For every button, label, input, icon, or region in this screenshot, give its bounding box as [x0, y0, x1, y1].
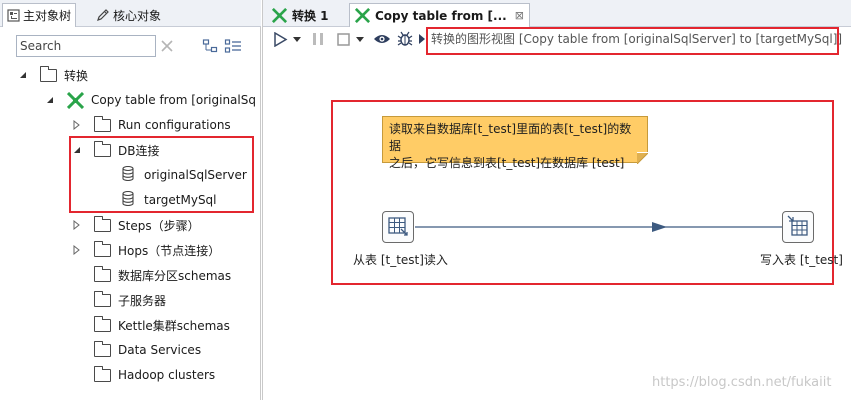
transformation-canvas[interactable]: 读取来自数据库[t_test]里面的表[t_test]的数据 之后，它写信息到表… — [263, 52, 851, 400]
hop-arrow[interactable] — [263, 52, 851, 400]
tree-item-copy-table[interactable]: Copy table from [originalSq — [45, 90, 256, 110]
debug-bug-icon[interactable] — [396, 30, 414, 48]
tab-main-object-tree-label: 主对象树 — [23, 9, 72, 23]
tree-item-transformations[interactable]: 转换 — [18, 65, 88, 85]
clear-search-icon[interactable] — [159, 38, 175, 57]
collapsed-triangle-icon[interactable] — [72, 245, 82, 255]
collapsed-triangle-icon[interactable] — [72, 220, 82, 230]
tree-label: Steps（步骤） — [118, 218, 200, 233]
dropdown-icon[interactable] — [292, 30, 302, 48]
folder-icon — [93, 365, 111, 382]
folder-icon — [93, 290, 111, 307]
expanded-triangle-icon[interactable] — [45, 95, 55, 105]
collapse-tree-icon[interactable] — [224, 38, 242, 57]
editor-area: 转换 1 Copy table from [... ⊠ 转换的图形视图 [Cop… — [262, 0, 851, 400]
tab-copy-table[interactable]: Copy table from [... ⊠ — [349, 3, 530, 27]
tree-label: Hops（节点连接） — [118, 243, 221, 258]
left-panel: 主对象树 核心对象 转换 — [0, 0, 261, 400]
table-output-label: 写入表 [t_test] — [760, 253, 843, 267]
table-input-step[interactable] — [382, 211, 414, 243]
tab-transformation-1[interactable]: 转换 1 — [267, 3, 334, 27]
tree-item-hadoop-clusters[interactable]: Hadoop clusters — [93, 365, 216, 385]
tree-item-run-configurations[interactable]: Run configurations — [72, 115, 231, 135]
folder-icon — [93, 115, 111, 132]
table-output-icon — [787, 215, 809, 240]
transformation-icon — [272, 7, 287, 23]
tab-label: 转换 1 — [292, 8, 329, 23]
expanded-triangle-icon[interactable] — [18, 70, 28, 80]
pause-icon[interactable] — [311, 30, 325, 48]
object-tree-icon — [7, 9, 20, 22]
dropdown-icon[interactable] — [355, 30, 365, 48]
search-row — [16, 35, 256, 57]
pencil-icon — [96, 8, 110, 22]
transformation-icon — [67, 91, 84, 109]
preview-eye-icon[interactable] — [373, 30, 391, 48]
watermark: https://blog.csdn.net/fukaiit — [652, 375, 832, 390]
run-icon[interactable] — [272, 30, 288, 48]
tree-item-steps[interactable]: Steps（步骤） — [72, 215, 200, 235]
folder-icon — [39, 65, 57, 82]
tab-core-objects-label: 核心对象 — [113, 8, 162, 23]
table-input-icon — [387, 215, 409, 240]
tab-label: Copy table from [... — [375, 8, 507, 23]
left-tab-bar: 主对象树 核心对象 — [0, 0, 261, 27]
tree-item-hops[interactable]: Hops（节点连接） — [72, 240, 220, 260]
expand-tree-icon[interactable] — [202, 38, 218, 57]
tree-label: Kettle集群schemas — [118, 318, 230, 333]
tree-item-data-services[interactable]: Data Services — [93, 340, 202, 360]
table-input-label: 从表 [t_test]读入 — [353, 253, 448, 267]
tree-label: 数据库分区schemas — [118, 268, 232, 283]
folder-icon — [93, 315, 111, 332]
close-tab-icon[interactable]: ⊠ — [515, 9, 524, 22]
stop-icon[interactable] — [335, 30, 351, 48]
table-output-step[interactable] — [782, 211, 814, 243]
folder-icon — [93, 240, 111, 257]
tree-item-partition-schemas[interactable]: 数据库分区schemas — [93, 265, 232, 285]
tree-label: Run configurations — [118, 118, 231, 132]
db-connections-highlight — [69, 136, 254, 213]
folder-icon — [93, 215, 111, 232]
canvas-title-highlight — [426, 27, 839, 55]
tree-label: Data Services — [118, 343, 202, 357]
transformation-icon — [355, 8, 370, 23]
search-input[interactable] — [16, 35, 156, 57]
tree-label: Hadoop clusters — [118, 368, 216, 382]
tree-label: 子服务器 — [118, 293, 167, 308]
tab-core-objects[interactable]: 核心对象 — [92, 3, 165, 27]
tree-label: Copy table from [originalSq — [91, 93, 256, 107]
folder-icon — [93, 265, 111, 282]
tree-label: 转换 — [64, 68, 89, 83]
editor-tab-bar: 转换 1 Copy table from [... ⊠ — [263, 0, 851, 27]
tree-item-sub-servers[interactable]: 子服务器 — [93, 290, 167, 310]
folder-icon — [93, 340, 111, 357]
tree-item-kettle-cluster[interactable]: Kettle集群schemas — [93, 315, 230, 335]
tab-main-object-tree[interactable]: 主对象树 — [2, 3, 77, 27]
collapsed-triangle-icon[interactable] — [72, 120, 82, 130]
